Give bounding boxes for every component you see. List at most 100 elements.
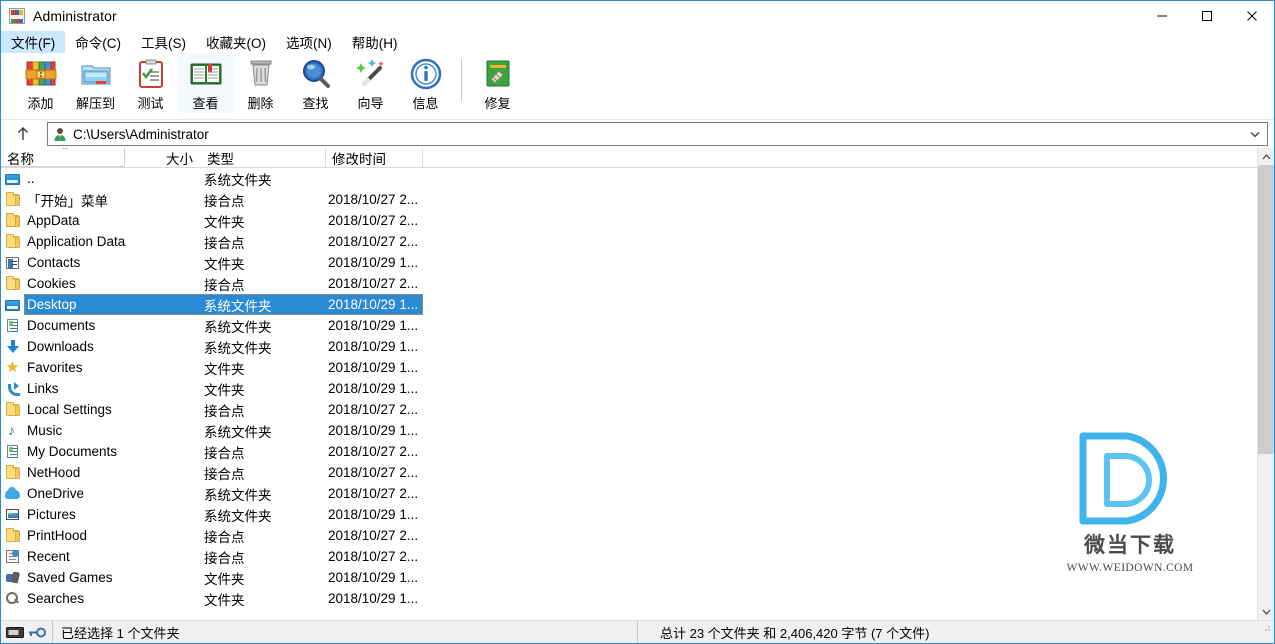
folder-junction-icon [5, 401, 21, 418]
row-name-text: OneDrive [27, 486, 85, 501]
scrollbar-track[interactable] [1258, 165, 1274, 603]
row-name-text: Downloads [27, 339, 94, 354]
table-row[interactable]: Saved Games 文件夹 2018/10/29 1... [1, 567, 1257, 588]
row-name-text: Documents [27, 318, 96, 333]
row-time-cell: 2018/10/27 2... [328, 444, 419, 459]
table-row[interactable]: NetHood 接合点 2018/10/27 2... [1, 462, 1257, 483]
toolbar-button-add[interactable]: 添加 [13, 53, 68, 113]
resize-grip[interactable] [1260, 621, 1274, 643]
table-row[interactable]: ★ Favorites 文件夹 2018/10/29 1... [1, 357, 1257, 378]
row-type-cell: 文件夹 [204, 214, 245, 230]
chevron-down-icon[interactable] [1245, 123, 1265, 145]
table-row[interactable]: PrintHood 接合点 2018/10/27 2... [1, 525, 1257, 546]
pictures-icon [5, 507, 21, 523]
table-row[interactable]: Application Data 接合点 2018/10/27 2... [1, 231, 1257, 252]
row-name-cell: Downloads [1, 338, 201, 355]
table-row[interactable]: Recent 接合点 2018/10/27 2... [1, 546, 1257, 567]
menu-item-options[interactable]: 选项(N) [276, 31, 342, 53]
downloads-icon [5, 339, 21, 355]
column-header-row: 名称 大小 ⌃ 类型 修改时间 [1, 148, 1257, 168]
row-name-cell: My Documents [1, 443, 201, 460]
table-row[interactable]: Cookies 接合点 2018/10/27 2... [1, 273, 1257, 294]
scroll-down-icon[interactable] [1258, 603, 1274, 620]
table-row-selected[interactable]: Desktop 系统文件夹 2018/10/29 1... [1, 294, 1257, 315]
table-row[interactable]: OneDrive 系统文件夹 2018/10/27 2... [1, 483, 1257, 504]
row-type-cell: 系统文件夹 [204, 508, 272, 524]
toolbar-button-repair[interactable]: 修复 [470, 53, 525, 113]
row-name-cell: Documents [1, 317, 201, 334]
documents-icon [5, 318, 21, 334]
row-name-text: NetHood [27, 465, 81, 480]
row-name-text: Saved Games [27, 570, 113, 585]
table-row[interactable]: ♪ Music 系统文件夹 2018/10/29 1... [1, 420, 1257, 441]
table-row[interactable]: Links 文件夹 2018/10/29 1... [1, 378, 1257, 399]
menu-item-file[interactable]: 文件(F) [1, 31, 66, 53]
music-note-icon: ♪ [8, 422, 15, 438]
table-row[interactable]: Searches 文件夹 2018/10/29 1... [1, 588, 1257, 609]
menu-item-commands[interactable]: 命令(C) [65, 31, 131, 53]
menu-item-favorites[interactable]: 收藏夹(O) [196, 31, 276, 53]
row-name-text: PrintHood [27, 528, 88, 543]
menu-item-help[interactable]: 帮助(H) [342, 31, 408, 53]
table-row[interactable]: Local Settings 接合点 2018/10/27 2... [1, 399, 1257, 420]
minimize-icon[interactable] [1139, 1, 1184, 31]
column-header-time[interactable]: 修改时间 [326, 148, 423, 167]
scrollbar-thumb[interactable] [1258, 165, 1274, 455]
toolbar-button-wizard[interactable]: 向导 [343, 53, 398, 113]
table-row[interactable]: Contacts 文件夹 2018/10/29 1... [1, 252, 1257, 273]
recent-icon [5, 549, 21, 565]
row-type-cell: 系统文件夹 [204, 424, 272, 440]
row-type-cell: 系统文件夹 [204, 319, 272, 335]
table-row[interactable]: Pictures 系统文件夹 2018/10/29 1... [1, 504, 1257, 525]
column-header-size-label: 大小 [166, 151, 193, 167]
menu-item-tools[interactable]: 工具(S) [131, 31, 196, 53]
row-name-cell: Cookies [1, 275, 201, 292]
row-name-text: 「开始」菜单 [27, 193, 108, 209]
column-header-type[interactable]: 类型 [201, 148, 326, 167]
toolbar-button-info[interactable]: 信息 [398, 53, 453, 113]
go-up-button[interactable] [5, 121, 41, 147]
maximize-icon[interactable] [1184, 1, 1229, 31]
row-name-text: My Documents [27, 444, 118, 459]
row-name-text: Recent [27, 549, 70, 564]
vertical-scrollbar[interactable] [1257, 148, 1274, 620]
view-book-icon [189, 57, 223, 91]
contacts-icon [5, 255, 21, 271]
table-row[interactable]: AppData 文件夹 2018/10/27 2... [1, 210, 1257, 231]
scroll-up-icon[interactable] [1258, 148, 1274, 165]
row-time-cell: 2018/10/27 2... [328, 234, 419, 249]
row-time-cell: 2018/10/27 2... [328, 402, 419, 417]
file-list-rows: .. 系统文件夹 「开始」菜单 接合点 2018/10/27 2... AppD… [1, 168, 1257, 620]
row-time-cell: 2018/10/27 2... [328, 276, 419, 291]
row-time-cell: 2018/10/27 2... [328, 465, 419, 480]
arrow-up-icon [18, 127, 28, 140]
parent-folder-icon [5, 171, 21, 187]
row-type-cell: 文件夹 [204, 592, 245, 608]
row-type-cell: 接合点 [204, 193, 245, 209]
row-name-text: Contacts [27, 255, 81, 270]
table-row[interactable]: My Documents 接合点 2018/10/27 2... [1, 441, 1257, 462]
row-name-cell: Desktop [1, 296, 201, 313]
row-name-cell: AppData [1, 212, 201, 229]
close-icon[interactable] [1229, 1, 1274, 31]
table-row[interactable]: Downloads 系统文件夹 2018/10/29 1... [1, 336, 1257, 357]
window-title: Administrator [33, 8, 117, 24]
table-row[interactable]: 「开始」菜单 接合点 2018/10/27 2... [1, 189, 1257, 210]
toolbar-label-add: 添加 [27, 96, 54, 111]
table-row[interactable]: Documents 系统文件夹 2018/10/29 1... [1, 315, 1257, 336]
row-name-text: Pictures [27, 507, 76, 522]
row-name-cell: Saved Games [1, 569, 201, 586]
file-list-area: 名称 大小 ⌃ 类型 修改时间 .. 系统文件夹 「开始」菜单 接合点 2018… [1, 148, 1274, 620]
row-name-cell: ★ Favorites [1, 359, 201, 376]
toolbar-button-extract-to[interactable]: 解压到 [68, 53, 123, 113]
toolbar-button-delete[interactable]: 删除 [233, 53, 288, 113]
column-header-name[interactable]: 名称 大小 ⌃ [1, 148, 201, 167]
column-header-time-label: 修改时间 [332, 151, 386, 167]
toolbar-button-find[interactable]: 查找 [288, 53, 343, 113]
row-name-cell: Pictures [1, 506, 201, 523]
address-field[interactable]: C:\Users\Administrator [47, 122, 1268, 146]
table-row[interactable]: .. 系统文件夹 [1, 168, 1257, 189]
row-time-cell: 2018/10/29 1... [328, 255, 419, 270]
toolbar-button-test[interactable]: 测试 [123, 53, 178, 113]
toolbar-button-view[interactable]: 查看 [178, 53, 233, 113]
